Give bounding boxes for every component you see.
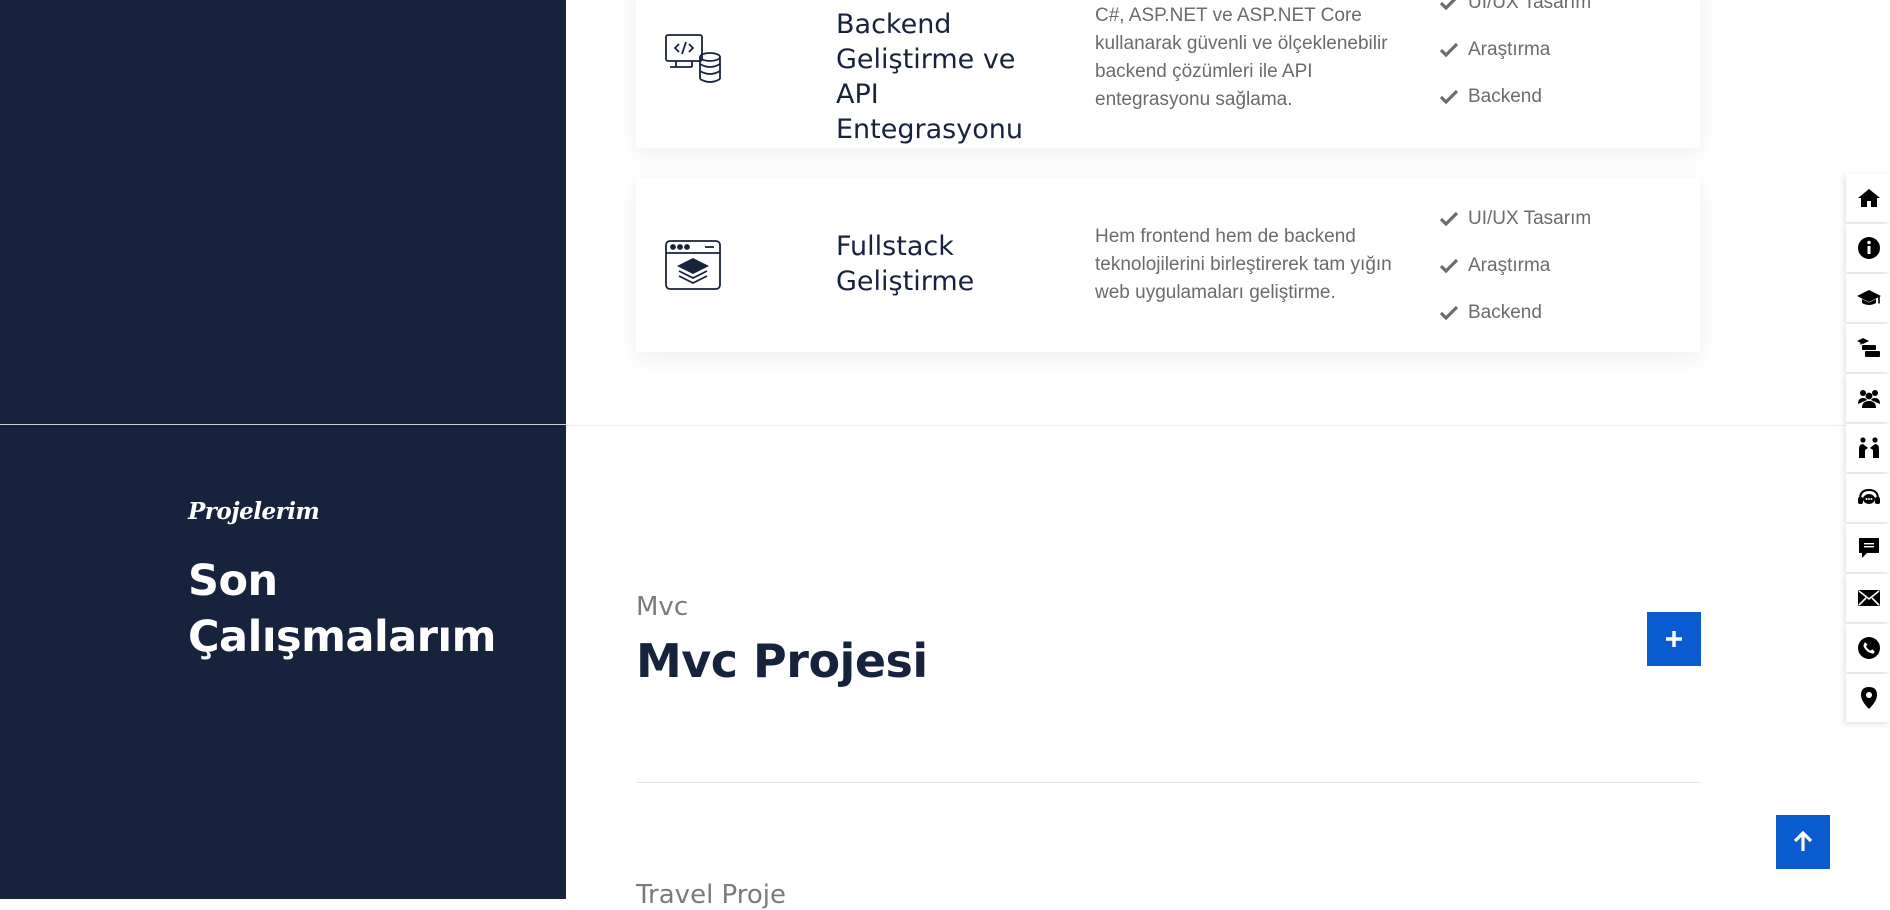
feature-label: UI/UX Tasarım bbox=[1468, 208, 1592, 229]
left-panel bbox=[0, 0, 566, 899]
phone-icon bbox=[1858, 637, 1880, 659]
expand-project-button[interactable] bbox=[1647, 612, 1701, 666]
side-nav-home[interactable] bbox=[1846, 174, 1890, 222]
team-icon bbox=[1858, 390, 1880, 408]
feature-label: Araştırma bbox=[1468, 39, 1551, 60]
scroll-top-button[interactable] bbox=[1776, 815, 1830, 869]
project-title: Mvc Projesi bbox=[636, 634, 928, 688]
service-card-backend: Backend Geliştirme ve API Entegrasyonu C… bbox=[636, 0, 1700, 148]
mail-icon bbox=[1858, 590, 1880, 606]
service-description: C#, ASP.NET ve ASP.NET Core kullanarak g… bbox=[1095, 5, 1388, 110]
feature-label: UI/UX Tasarım bbox=[1468, 0, 1592, 13]
side-nav-team[interactable] bbox=[1846, 374, 1890, 422]
feature-item: UI/UX Tasarım bbox=[1440, 0, 1591, 37]
section-title: Son Çalışmalarım bbox=[188, 556, 496, 662]
check-icon bbox=[1440, 258, 1458, 274]
feature-label: Araştırma bbox=[1468, 255, 1551, 276]
side-nav bbox=[1846, 174, 1890, 724]
feature-item: Backend bbox=[1440, 300, 1591, 347]
feature-item: Araştırma bbox=[1440, 37, 1591, 84]
side-nav-about[interactable] bbox=[1846, 224, 1890, 272]
support-icon bbox=[1858, 488, 1880, 504]
feature-list: UI/UX Tasarım Araştırma Backend bbox=[1440, 206, 1591, 347]
check-icon bbox=[1440, 305, 1458, 321]
project-category: Mvc bbox=[636, 592, 689, 622]
browser-layers-icon bbox=[665, 240, 721, 290]
side-nav-contact-phone[interactable] bbox=[1846, 624, 1890, 672]
portfolio-icon bbox=[1859, 538, 1879, 558]
feature-item: Araştırma bbox=[1440, 253, 1591, 300]
handshake-icon bbox=[1859, 437, 1879, 458]
plus-icon bbox=[1666, 631, 1682, 647]
check-icon bbox=[1440, 0, 1457, 11]
check-icon bbox=[1440, 211, 1458, 227]
feature-item: UI/UX Tasarım bbox=[1440, 206, 1591, 253]
graduation-cap-icon bbox=[1857, 290, 1881, 305]
service-title: Fullstack Geliştirme bbox=[836, 231, 975, 297]
side-nav-support[interactable] bbox=[1846, 474, 1890, 522]
experience-icon bbox=[1857, 338, 1880, 357]
server-database-icon bbox=[665, 34, 721, 83]
project-divider bbox=[636, 782, 1701, 783]
feature-label: Backend bbox=[1468, 86, 1542, 107]
project-category: Travel Proje bbox=[636, 880, 787, 910]
side-nav-location[interactable] bbox=[1846, 674, 1890, 722]
side-nav-portfolio[interactable] bbox=[1846, 524, 1890, 572]
side-nav-education[interactable] bbox=[1846, 274, 1890, 322]
feature-label: Backend bbox=[1468, 302, 1542, 323]
side-nav-contact-mail[interactable] bbox=[1846, 574, 1890, 622]
service-title: Backend Geliştirme ve API Entegrasyonu bbox=[836, 9, 1023, 145]
arrow-up-icon bbox=[1793, 831, 1813, 851]
section-eyebrow: Projelerim bbox=[188, 498, 320, 525]
location-icon bbox=[1861, 687, 1877, 709]
feature-list: UI/UX Tasarım Araştırma Backend bbox=[1440, 0, 1591, 131]
service-card-fullstack: Fullstack Geliştirme Hem frontend hem de… bbox=[636, 178, 1700, 352]
check-icon bbox=[1440, 89, 1458, 105]
section-divider bbox=[566, 425, 1846, 426]
info-icon bbox=[1858, 237, 1880, 259]
side-nav-experience[interactable] bbox=[1846, 324, 1890, 372]
feature-item: Backend bbox=[1440, 84, 1591, 131]
check-icon bbox=[1440, 42, 1458, 58]
section-divider bbox=[0, 424, 566, 425]
side-nav-collaboration[interactable] bbox=[1846, 424, 1890, 472]
home-icon bbox=[1858, 189, 1880, 207]
service-description: Hem frontend hem de backend teknolojiler… bbox=[1095, 226, 1392, 303]
